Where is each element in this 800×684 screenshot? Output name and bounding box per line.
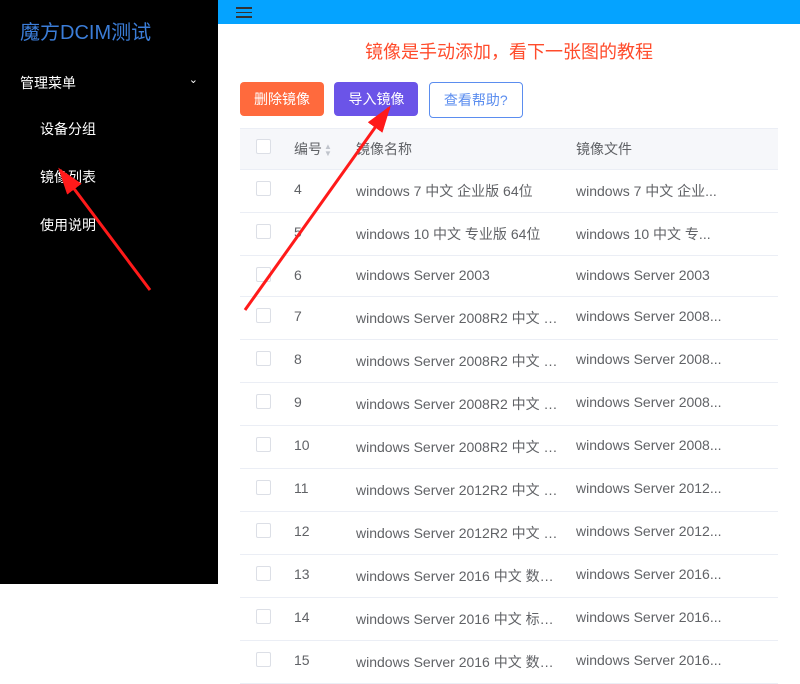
header-id[interactable]: 编号▲▼ [286,129,348,169]
header-name[interactable]: 镜像名称 [348,129,568,169]
row-checkbox[interactable] [240,383,286,425]
cell-name: windows 10 中文 专业版 64位 [348,213,568,255]
table-row[interactable]: 5windows 10 中文 专业版 64位windows 10 中文 专... [240,213,778,256]
cell-name: windows Server 2012R2 中文 标... [348,512,568,554]
cell-file: windows 10 中文 专... [568,213,778,255]
cell-id: 15 [286,641,348,683]
table-row[interactable]: 10windows Server 2008R2 中文 we...windows … [240,426,778,469]
table-header-row: 编号▲▼ 镜像名称 镜像文件 [240,128,778,170]
row-checkbox[interactable] [240,340,286,382]
cell-file: windows Server 2008... [568,383,778,425]
import-image-button[interactable]: 导入镜像 [334,82,418,116]
header-file[interactable]: 镜像文件 [568,129,778,169]
banner-text: 镜像是手动添加，看下一张图的教程 [218,24,800,74]
table-row[interactable]: 4windows 7 中文 企业版 64位windows 7 中文 企业... [240,170,778,213]
cell-name: windows Server 2008R2 中文 数... [348,297,568,339]
row-checkbox[interactable] [240,213,286,255]
cell-id: 9 [286,383,348,425]
image-table: 编号▲▼ 镜像名称 镜像文件 4windows 7 中文 企业版 64位wind… [218,128,800,684]
main-area: 镜像是手动添加，看下一张图的教程 删除镜像 导入镜像 查看帮助? 编号▲▼ 镜像… [218,0,800,584]
cell-file: windows Server 2012... [568,512,778,554]
cell-name: windows Server 2008R2 中文 标... [348,340,568,382]
cell-file: windows Server 2008... [568,426,778,468]
toolbar: 删除镜像 导入镜像 查看帮助? [218,74,800,128]
app-title: 魔方DCIM测试 [0,0,218,61]
row-checkbox[interactable] [240,170,286,212]
cell-file: windows Server 2003 [568,256,778,296]
cell-name: windows 7 中文 企业版 64位 [348,170,568,212]
row-checkbox[interactable] [240,256,286,296]
checkbox-icon [256,139,271,154]
cell-file: windows Server 2008... [568,340,778,382]
sidebar-menu-label: 管理菜单 [20,75,76,91]
cell-id: 11 [286,469,348,511]
cell-name: windows Server 2008R2 中文 企... [348,383,568,425]
header-select-all[interactable] [240,129,286,169]
cell-id: 5 [286,213,348,255]
cell-name: windows Server 2016 中文 数据... [348,641,568,683]
row-checkbox[interactable] [240,555,286,597]
chevron-down-icon: ⌄ [189,73,198,86]
cell-file: windows Server 2016... [568,641,778,683]
cell-id: 12 [286,512,348,554]
cell-name: windows Server 2016 中文 数据... [348,555,568,597]
row-checkbox[interactable] [240,426,286,468]
cell-name: windows Server 2003 [348,256,568,296]
cell-id: 7 [286,297,348,339]
checkbox-icon [256,566,271,581]
row-checkbox[interactable] [240,469,286,511]
row-checkbox[interactable] [240,641,286,683]
table-row[interactable]: 12windows Server 2012R2 中文 标...windows S… [240,512,778,555]
row-checkbox[interactable] [240,512,286,554]
delete-image-button[interactable]: 删除镜像 [240,82,324,116]
sidebar-menu-header[interactable]: 管理菜单 ⌄ [0,61,218,105]
table-row[interactable]: 9windows Server 2008R2 中文 企...windows Se… [240,383,778,426]
cell-name: windows Server 2016 中文 标准... [348,598,568,640]
checkbox-icon [256,523,271,538]
table-row[interactable]: 8windows Server 2008R2 中文 标...windows Se… [240,340,778,383]
row-checkbox[interactable] [240,598,286,640]
sidebar-item-instructions[interactable]: 使用说明 [0,201,218,249]
table-row[interactable]: 11windows Server 2012R2 中文 数...windows S… [240,469,778,512]
cell-file: windows Server 2016... [568,555,778,597]
checkbox-icon [256,652,271,667]
row-checkbox[interactable] [240,297,286,339]
topbar [218,0,800,24]
help-button[interactable]: 查看帮助? [429,82,523,118]
cell-id: 14 [286,598,348,640]
checkbox-icon [256,394,271,409]
sort-icon: ▲▼ [324,143,332,157]
menu-icon[interactable] [236,4,252,21]
cell-file: windows Server 2016... [568,598,778,640]
cell-id: 10 [286,426,348,468]
checkbox-icon [256,480,271,495]
cell-id: 8 [286,340,348,382]
cell-id: 13 [286,555,348,597]
sidebar-item-image-list[interactable]: 镜像列表 [0,153,218,201]
checkbox-icon [256,181,271,196]
cell-file: windows 7 中文 企业... [568,170,778,212]
sidebar-item-device-group[interactable]: 设备分组 [0,105,218,153]
checkbox-icon [256,437,271,452]
table-row[interactable]: 6windows Server 2003windows Server 2003 [240,256,778,297]
cell-name: windows Server 2012R2 中文 数... [348,469,568,511]
cell-file: windows Server 2008... [568,297,778,339]
table-row[interactable]: 15windows Server 2016 中文 数据...windows Se… [240,641,778,684]
cell-id: 4 [286,170,348,212]
cell-id: 6 [286,256,348,296]
checkbox-icon [256,609,271,624]
cell-name: windows Server 2008R2 中文 we... [348,426,568,468]
sidebar: 魔方DCIM测试 管理菜单 ⌄ 设备分组 镜像列表 使用说明 [0,0,218,584]
checkbox-icon [256,351,271,366]
table-row[interactable]: 14windows Server 2016 中文 标准...windows Se… [240,598,778,641]
cell-file: windows Server 2012... [568,469,778,511]
checkbox-icon [256,308,271,323]
table-row[interactable]: 13windows Server 2016 中文 数据...windows Se… [240,555,778,598]
checkbox-icon [256,224,271,239]
table-row[interactable]: 7windows Server 2008R2 中文 数...windows Se… [240,297,778,340]
checkbox-icon [256,267,271,282]
